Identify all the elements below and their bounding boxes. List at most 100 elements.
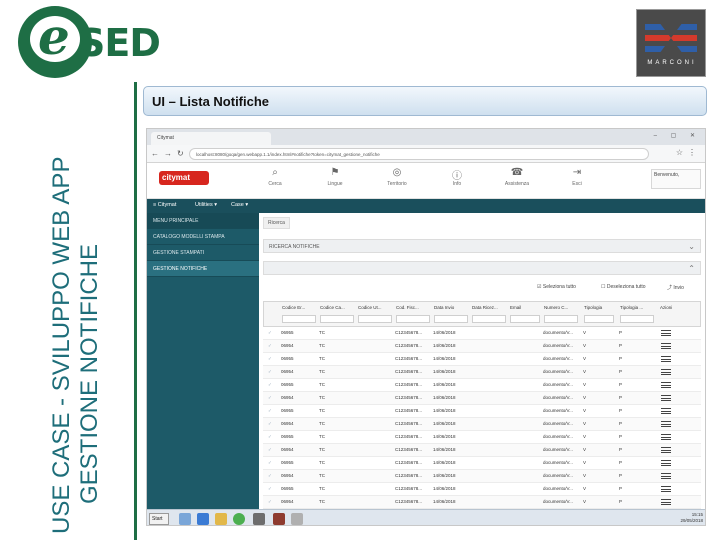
row-menu-icon[interactable]: [661, 473, 671, 479]
table-row[interactable]: ✓ 06954 TC C12345678... 14/06/2018 documento/…: [263, 366, 701, 379]
filter-input[interactable]: [510, 315, 540, 323]
url-input[interactable]: localhost:8080/goqa/gen.webapp.1.1/index…: [189, 148, 649, 160]
media-icon[interactable]: [197, 513, 209, 525]
star-icon[interactable]: ☆: [676, 148, 688, 157]
row-menu-icon[interactable]: [661, 408, 671, 414]
browser-nav-icons[interactable]: ←→↻: [151, 149, 189, 158]
row-check-icon[interactable]: ✓: [268, 408, 272, 414]
sidebar-item-notifiche[interactable]: GESTIONE NOTIFICHE: [147, 261, 259, 277]
filter-input[interactable]: [434, 315, 468, 323]
browser-menu-icons[interactable]: ☆⋮: [676, 148, 701, 157]
table-row[interactable]: ✓ 06955 TC C12345678... 14/06/2018 documento/…: [263, 483, 701, 496]
toolbar-esci[interactable]: ⇥ Esci: [557, 167, 597, 187]
results-section-bar[interactable]: ⌃: [263, 261, 701, 275]
filter-input[interactable]: [544, 315, 578, 323]
row-menu-icon[interactable]: [661, 369, 671, 375]
col-numero[interactable]: Numero C...: [544, 305, 580, 310]
table-row[interactable]: ✓ 06954 TC C12345678... 14/06/2018 documento/…: [263, 340, 701, 353]
toolbar-territorio[interactable]: ◎ Territorio: [377, 167, 417, 187]
row-check-icon[interactable]: ✓: [268, 356, 272, 362]
col-cod-fiscale[interactable]: Cod. Fisc...: [396, 305, 432, 310]
toolbar-search[interactable]: ⌕ Cerca: [255, 167, 295, 187]
row-menu-icon[interactable]: [661, 486, 671, 492]
browser-tab[interactable]: Citymat: [151, 132, 271, 145]
tool-icon[interactable]: [291, 513, 303, 525]
row-menu-icon[interactable]: [661, 447, 671, 453]
row-check-icon[interactable]: ✓: [268, 473, 272, 479]
sidebar-item-catalogo[interactable]: CATALOGO MODELLI STAMPA: [147, 229, 259, 245]
chrome-icon[interactable]: [233, 513, 245, 525]
row-check-icon[interactable]: ✓: [268, 460, 272, 466]
filter-input[interactable]: [282, 315, 316, 323]
row-check-icon[interactable]: ✓: [268, 421, 272, 427]
table-row[interactable]: ✓ 06955 TC C12345678... 14/06/2018 documento/…: [263, 405, 701, 418]
filter-input[interactable]: [620, 315, 654, 323]
row-check-icon[interactable]: ✓: [268, 343, 272, 349]
table-row[interactable]: ✓ 06954 TC C12345678... 14/06/2018 documento/…: [263, 392, 701, 405]
menu-citymat[interactable]: ≡ Citymat: [153, 202, 176, 208]
row-check-icon[interactable]: ✓: [268, 486, 272, 492]
row-check-icon[interactable]: ✓: [268, 434, 272, 440]
system-tray-clock[interactable]: 15:15 29/05/2018: [680, 512, 703, 524]
table-row[interactable]: ✓ 06954 TC C12345678... 14/06/2018 documento/…: [263, 496, 701, 509]
filter-input[interactable]: [358, 315, 392, 323]
row-menu-icon[interactable]: [661, 460, 671, 466]
row-check-icon[interactable]: ✓: [268, 382, 272, 388]
table-row[interactable]: ✓ 06955 TC C12345678... 14/06/2018 documento/…: [263, 353, 701, 366]
menu-case[interactable]: Case ▾: [231, 202, 248, 208]
row-check-icon[interactable]: ✓: [268, 330, 272, 336]
table-row[interactable]: ✓ 06955 TC C12345678... 14/06/2018 documento/…: [263, 327, 701, 340]
search-section-bar[interactable]: RICERCA NOTIFICHE ⌄: [263, 239, 701, 253]
row-menu-icon[interactable]: [661, 499, 671, 505]
table-row[interactable]: ✓ 06955 TC C12345678... 14/06/2018 documento/…: [263, 457, 701, 470]
toolbar-lingue[interactable]: ⚑ Lingue: [315, 167, 355, 187]
chevron-up-icon[interactable]: ⌃: [688, 264, 695, 273]
menu-utilities[interactable]: Utilities ▾: [195, 202, 217, 208]
col-tipologia-2[interactable]: Tipologia ...: [620, 305, 656, 310]
table-row[interactable]: ✓ 06954 TC C12345678... 14/06/2018 documento/…: [263, 470, 701, 483]
col-data-ricezione[interactable]: Data Ricez...: [472, 305, 508, 310]
filter-input[interactable]: [320, 315, 354, 323]
forward-icon[interactable]: →: [164, 149, 177, 158]
row-menu-icon[interactable]: [661, 343, 671, 349]
table-row[interactable]: ✓ 06955 TC C12345678... 14/06/2018 documento/…: [263, 379, 701, 392]
col-codice-utente[interactable]: Codice Ut...: [358, 305, 394, 310]
table-row[interactable]: ✓ 06954 TC C12345678... 14/06/2018 documento/…: [263, 418, 701, 431]
filter-input[interactable]: [472, 315, 506, 323]
row-check-icon[interactable]: ✓: [268, 395, 272, 401]
row-menu-icon[interactable]: [661, 421, 671, 427]
table-row[interactable]: ✓ 06954 TC C12345678... 14/06/2018 documento/…: [263, 444, 701, 457]
deselect-all-button[interactable]: ☐ Deseleziona tutto: [601, 284, 646, 290]
col-codice-ente[interactable]: Codice Er...: [282, 305, 318, 310]
app-icon[interactable]: [273, 513, 285, 525]
table-row[interactable]: ✓ 06955 TC C12345678... 14/06/2018 documento/…: [263, 431, 701, 444]
send-button[interactable]: ⤴ Invio: [667, 284, 684, 291]
row-menu-icon[interactable]: [661, 395, 671, 401]
toolbar-assistenza[interactable]: ☎ Assistenza: [497, 167, 537, 187]
toolbar-info[interactable]: ⓘ Info: [437, 167, 477, 187]
mail-icon[interactable]: [253, 513, 265, 525]
col-email[interactable]: Email: [510, 305, 540, 310]
more-icon[interactable]: ⋮: [688, 148, 701, 157]
explorer-icon[interactable]: [179, 513, 191, 525]
sidebar-item-stampati[interactable]: GESTIONE STAMPATI: [147, 245, 259, 261]
row-menu-icon[interactable]: [661, 382, 671, 388]
row-menu-icon[interactable]: [661, 330, 671, 336]
row-menu-icon[interactable]: [661, 356, 671, 362]
filter-input[interactable]: [584, 315, 614, 323]
col-tipologia[interactable]: Tipologia: [584, 305, 616, 310]
folder-icon[interactable]: [215, 513, 227, 525]
start-button[interactable]: Start: [149, 513, 169, 525]
reload-icon[interactable]: ↻: [177, 149, 189, 158]
row-check-icon[interactable]: ✓: [268, 499, 272, 505]
filter-input[interactable]: [396, 315, 430, 323]
row-check-icon[interactable]: ✓: [268, 447, 272, 453]
col-data-invio[interactable]: Data Invio: [434, 305, 470, 310]
window-controls[interactable]: – ▢ ✕: [654, 132, 701, 139]
chevron-down-icon[interactable]: ⌄: [688, 242, 695, 251]
back-icon[interactable]: ←: [151, 149, 164, 158]
row-menu-icon[interactable]: [661, 434, 671, 440]
col-codice-catastale[interactable]: Codice Ca...: [320, 305, 356, 310]
select-all-button[interactable]: ☑ Seleziona tutto: [537, 284, 576, 290]
breadcrumb[interactable]: Ricerca: [263, 217, 290, 229]
